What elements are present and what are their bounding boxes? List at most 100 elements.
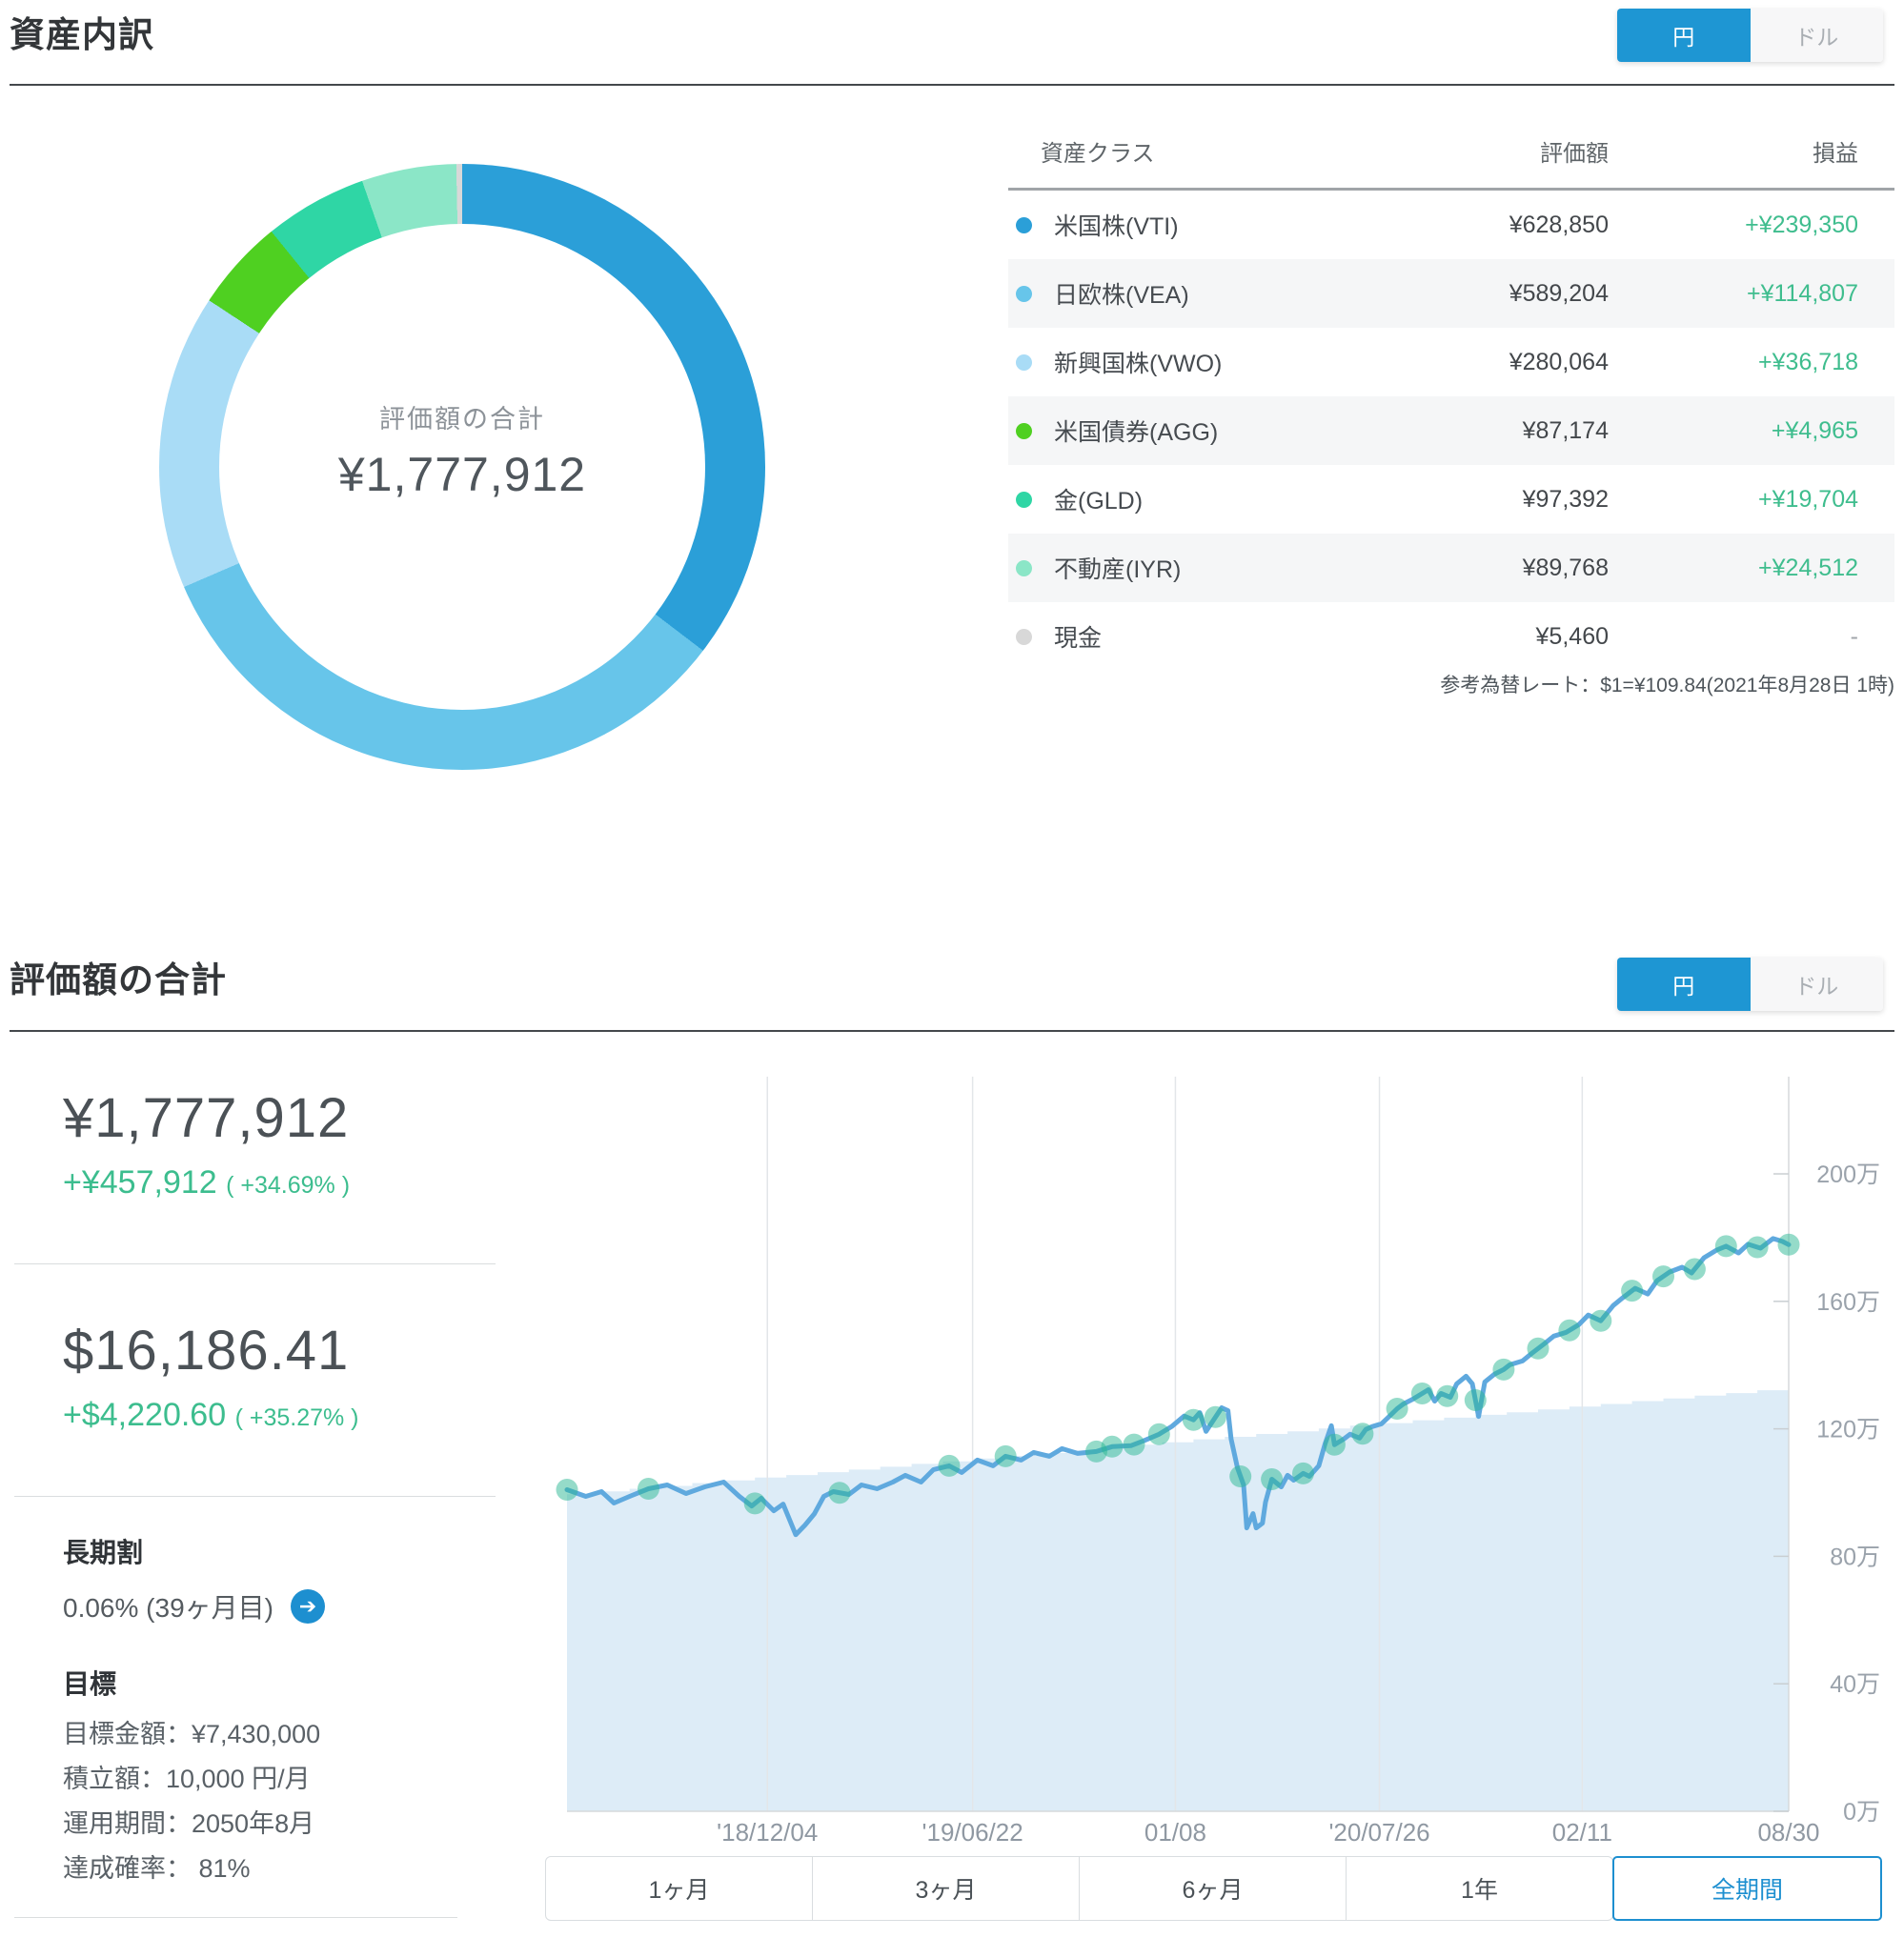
- goal-target-amount: 目標金額：¥7,430,000: [63, 1720, 321, 1748]
- range-button-group: 1ヶ月 3ヶ月 6ヶ月 1年 全期間: [545, 1856, 1882, 1921]
- deposit-marker-dot: [828, 1482, 851, 1504]
- toggle-yen-button[interactable]: 円: [1617, 958, 1751, 1011]
- range-button-1month[interactable]: 1ヶ月: [545, 1856, 813, 1921]
- asset-label: 金(GLD): [1054, 488, 1144, 515]
- asset-valuation: ¥89,768: [1522, 554, 1609, 581]
- deposit-marker-dot: [1261, 1468, 1284, 1490]
- range-button-1year[interactable]: 1年: [1346, 1856, 1613, 1921]
- history-chart[interactable]: '18/12/04 '19/06/22 01/08 '20/07/26 02/11 08/…: [534, 1048, 1904, 1938]
- total-section-divider: [10, 1030, 1894, 1032]
- deposit-marker-dot: [1323, 1433, 1346, 1456]
- gain-percent-usd: ( +35.27% ): [234, 1404, 359, 1431]
- deposit-marker-dot: [1351, 1423, 1374, 1445]
- currency-toggle-total: 円 ドル: [1617, 958, 1883, 1011]
- asset-gain: +¥24,512: [1758, 554, 1858, 581]
- deposit-marker-dot: [1182, 1408, 1205, 1431]
- longterm-discount-row: 0.06% (39ヶ月目) ➔: [63, 1587, 325, 1625]
- deposit-marker-dot: [1714, 1235, 1737, 1258]
- asset-label: 米国債券(AGG): [1054, 419, 1219, 446]
- deposit-marker-dot: [1558, 1319, 1581, 1342]
- longterm-discount-title: 長期割: [63, 1538, 144, 1567]
- y-axis-label: 80万: [1830, 1544, 1880, 1570]
- asset-gain: +¥4,965: [1771, 416, 1858, 444]
- x-axis-label: 02/11: [1552, 1818, 1612, 1847]
- asset-label: 日欧株(VEA): [1054, 282, 1189, 309]
- gain-amount-yen: +¥457,912: [63, 1164, 217, 1201]
- arrow-right-icon: ➔: [298, 1594, 317, 1618]
- toggle-dollar-button[interactable]: ドル: [1750, 9, 1883, 62]
- deposit-marker-dot: [1464, 1389, 1487, 1411]
- asset-color-dot: [1016, 491, 1032, 508]
- portfolio-dashboard: 資産内訳 円 ドル 評価額の合計 ¥1,777,912 資産クラス 評価額 損益…: [0, 0, 1904, 1938]
- deposit-marker-dot: [1436, 1384, 1459, 1407]
- assets-section-title: 資産内訳: [10, 15, 154, 54]
- asset-color-dot: [1016, 628, 1032, 645]
- deposit-marker-dot: [1621, 1280, 1644, 1302]
- asset-color-dot: [1016, 216, 1032, 233]
- asset-valuation: ¥5,460: [1535, 622, 1609, 650]
- asset-table-rows: 米国株(VTI) ¥628,850 +¥239,350 日欧株(VEA) ¥58…: [1008, 191, 1894, 671]
- asset-valuation: ¥87,174: [1522, 416, 1609, 444]
- gain-amount-usd: +$4,220.60: [63, 1397, 227, 1433]
- donut-center-text: 評価額の合計 ¥1,777,912: [159, 398, 765, 502]
- deposit-marker-dot: [1123, 1433, 1145, 1456]
- deposit-marker-dot: [1652, 1265, 1674, 1288]
- asset-color-dot: [1016, 422, 1032, 439]
- asset-table: 資産クラス 評価額 損益 米国株(VTI) ¥628,850 +¥239,350…: [1008, 114, 1894, 671]
- donut-center-label: 評価額の合計: [379, 405, 545, 434]
- longterm-detail-button[interactable]: ➔: [290, 1589, 325, 1624]
- table-row-vti: 米国株(VTI) ¥628,850 +¥239,350: [1008, 191, 1894, 259]
- asset-table-header: 資産クラス 評価額 損益: [1008, 114, 1894, 191]
- stats-divider-2: [14, 1496, 496, 1497]
- asset-label: 米国株(VTI): [1054, 213, 1179, 240]
- goal-probability: 達成確率： 81%: [63, 1854, 251, 1883]
- assets-section-divider: [10, 84, 1894, 86]
- deposit-marker-dot: [1746, 1236, 1769, 1259]
- asset-valuation: ¥589,204: [1509, 279, 1609, 307]
- deposit-marker-dot: [638, 1478, 659, 1500]
- deposit-marker-dot: [1590, 1309, 1612, 1332]
- asset-valuation: ¥628,850: [1509, 211, 1609, 238]
- x-axis-label: 08/30: [1757, 1818, 1819, 1847]
- x-axis-label: '18/12/04: [717, 1818, 818, 1847]
- deposit-marker-dot: [1147, 1423, 1170, 1445]
- col-profit: 損益: [1813, 141, 1858, 167]
- deposit-marker-dot: [1777, 1233, 1800, 1256]
- deposit-marker-dot: [743, 1492, 766, 1515]
- asset-label: 不動産(IYR): [1054, 556, 1182, 583]
- table-row-vea: 日欧株(VEA) ¥589,204 +¥114,807: [1008, 259, 1894, 328]
- table-row-gld: 金(GLD) ¥97,392 +¥19,704: [1008, 465, 1894, 534]
- col-asset-class: 資産クラス: [1041, 141, 1155, 167]
- toggle-dollar-button[interactable]: ドル: [1750, 958, 1883, 1011]
- asset-gain: +¥239,350: [1745, 211, 1858, 238]
- y-axis-label: 160万: [1816, 1289, 1880, 1316]
- donut-center-value: ¥1,777,912: [337, 448, 587, 501]
- stats-divider-3: [14, 1917, 457, 1918]
- x-axis-label: 01/08: [1144, 1818, 1206, 1847]
- range-button-6months[interactable]: 6ヶ月: [1079, 1856, 1347, 1921]
- y-axis-label: 40万: [1830, 1671, 1880, 1698]
- asset-valuation: ¥97,392: [1522, 485, 1609, 513]
- range-button-3months[interactable]: 3ヶ月: [812, 1856, 1080, 1921]
- deposit-marker-dot: [1292, 1462, 1314, 1484]
- deposit-marker-dot: [1683, 1258, 1706, 1281]
- deposit-marker-dot: [1386, 1398, 1408, 1420]
- asset-label: 新興国株(VWO): [1054, 351, 1223, 377]
- x-axis-label: '20/07/26: [1328, 1818, 1429, 1847]
- total-gain-yen: +¥457,912 ( +34.69% ): [63, 1164, 350, 1201]
- stats-divider-1: [14, 1263, 496, 1264]
- deposit-marker-dot: [1229, 1465, 1252, 1487]
- y-axis-label: 200万: [1816, 1161, 1880, 1188]
- goal-title: 目標: [63, 1669, 117, 1699]
- asset-gain: +¥114,807: [1746, 279, 1858, 307]
- deposit-marker-dot: [1527, 1337, 1550, 1360]
- deposit-marker-dot: [1492, 1358, 1515, 1381]
- total-section-title: 評価額の合計: [10, 960, 227, 999]
- y-axis-label: 120万: [1816, 1417, 1880, 1443]
- asset-gain: +¥36,718: [1758, 348, 1858, 375]
- asset-gain: +¥19,704: [1758, 485, 1858, 513]
- table-row-cash: 現金 ¥5,460 -: [1008, 602, 1894, 671]
- asset-color-dot: [1016, 559, 1032, 576]
- toggle-yen-button[interactable]: 円: [1617, 9, 1751, 62]
- range-button-all[interactable]: 全期間: [1612, 1856, 1882, 1921]
